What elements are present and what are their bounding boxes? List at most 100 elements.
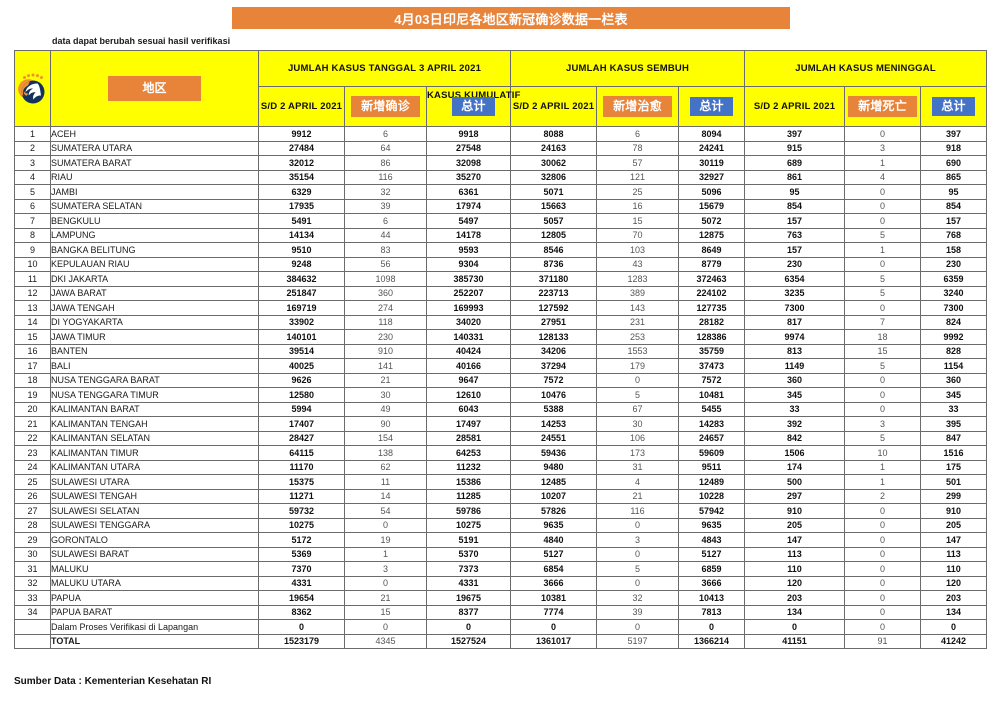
covid-data-table: 地区 JUMLAH KASUS TANGGAL 3 APRIL 2021 JUM… xyxy=(14,50,988,649)
table-body: 1 ACEH 9912 6 9918 8088 6 8094 397 0 397 2 SUMATERA … xyxy=(14,126,988,649)
cell-value: 2 xyxy=(844,488,922,504)
cell-value: 7572 xyxy=(510,372,598,388)
region-label-chip: 地区 xyxy=(108,75,201,102)
subheader-recovered-prev-label: S/D 2 APRIL 2021 xyxy=(512,101,595,112)
table-row: 23 KALIMANTAN TIMUR 64115 138 64253 59436 173 5… xyxy=(14,445,988,461)
subheader-deaths-prev-label: S/D 2 APRIL 2021 xyxy=(753,101,836,112)
table-row: 13 JAWA TENGAH 169719 274 169993 127592 143 127… xyxy=(14,300,988,316)
cell-value: 14 xyxy=(344,488,427,504)
cell-value: 140331 xyxy=(425,329,512,345)
badge-cases-total: 总计 xyxy=(452,96,495,117)
cell-value: 5096 xyxy=(678,184,746,200)
cell-value: 6859 xyxy=(678,561,746,577)
cell-value: 0 xyxy=(844,575,922,591)
table-row: 3 SUMATERA BARAT 32012 86 32098 30062 57 30119 6… xyxy=(14,155,988,171)
cell-row-number: 13 xyxy=(14,300,51,316)
cell-value: 179 xyxy=(596,358,680,374)
source-note: Sumber Data : Kementerian Kesehatan RI xyxy=(14,676,212,687)
cell-region-name: SUMATERA UTARA xyxy=(50,140,259,156)
cell-value: 32806 xyxy=(510,169,598,185)
cell-value: 128386 xyxy=(678,329,746,345)
subheader-deaths-new: 新增死亡 xyxy=(844,86,922,127)
table-row: TOTAL 1523179 4345 1527524 1361017 5197 136621… xyxy=(14,633,988,649)
cell-value: 14253 xyxy=(510,416,598,432)
logo-cell xyxy=(14,50,51,127)
cell-value: 32012 xyxy=(258,155,345,171)
cell-value: 127735 xyxy=(678,300,746,316)
table-row: 9 BANGKA BELITUNG 9510 83 9593 8546 103 8649 157… xyxy=(14,242,988,258)
cell-value: 17935 xyxy=(258,198,345,214)
cell-value: 8094 xyxy=(678,126,746,142)
cell-value: 3 xyxy=(596,532,680,548)
cell-value: 5197 xyxy=(596,633,680,649)
cell-row-number xyxy=(14,633,51,649)
cell-region-name: BANTEN xyxy=(50,343,259,359)
cell-value: 39 xyxy=(344,198,427,214)
table-row: 4 RIAU 35154 116 35270 32806 121 32927 861 4 865 xyxy=(14,169,988,185)
cell-value: 6354 xyxy=(744,271,846,287)
cell-value: 397 xyxy=(744,126,846,142)
subheader-recovered-total: 总计 xyxy=(678,86,746,127)
cell-row-number: 15 xyxy=(14,329,51,345)
cell-value: 500 xyxy=(744,474,846,490)
cell-value: 10413 xyxy=(678,590,746,606)
cell-region-name: SULAWESI TENGAH xyxy=(50,488,259,504)
cell-row-number: 7 xyxy=(14,213,51,229)
table-row: 6 SUMATERA SELATAN 17935 39 17974 15663 16 1567… xyxy=(14,198,988,214)
cell-value: 6361 xyxy=(425,184,512,200)
cell-region-name: LAMPUNG xyxy=(50,227,259,243)
cell-value: 35270 xyxy=(425,169,512,185)
cell-value: 83 xyxy=(344,242,427,258)
cell-value: 15375 xyxy=(258,474,345,490)
cell-value: 360 xyxy=(344,285,427,301)
cell-row-number: 20 xyxy=(14,401,51,417)
cell-value: 19654 xyxy=(258,590,345,606)
verification-note: data dapat berubah sesuai hasil verifika… xyxy=(52,36,231,46)
cell-value: 0 xyxy=(844,546,922,562)
cell-row-number: 4 xyxy=(14,169,51,185)
cell-value: 4331 xyxy=(425,575,512,591)
cell-value: 7572 xyxy=(678,372,746,388)
cell-value: 910 xyxy=(920,503,988,519)
table-row: 11 DKI JAKARTA 384632 1098 385730 371180 1283 3… xyxy=(14,271,988,287)
cell-value: 3235 xyxy=(744,285,846,301)
table-row: 29 GORONTALO 5172 19 5191 4840 3 4843 147 0 147 xyxy=(14,532,988,548)
cell-value: 8736 xyxy=(510,256,598,272)
cell-value: 12489 xyxy=(678,474,746,490)
cell-value: 7813 xyxy=(678,604,746,620)
cell-value: 10 xyxy=(844,445,922,461)
cell-value: 371180 xyxy=(510,271,598,287)
cell-value: 5 xyxy=(596,387,680,403)
cell-value: 1506 xyxy=(744,445,846,461)
cell-value: 231 xyxy=(596,314,680,330)
cell-value: 57 xyxy=(596,155,680,171)
cell-value: 1283 xyxy=(596,271,680,287)
cell-value: 385730 xyxy=(425,271,512,287)
cell-value: 32 xyxy=(344,184,427,200)
cell-value: 9510 xyxy=(258,242,345,258)
subheader-cases-total: KASUS KUMULATIF 总计 xyxy=(425,86,520,127)
cell-value: 6 xyxy=(344,213,427,229)
table-row: 10 KEPULAUAN RIAU 9248 56 9304 8736 43 8779 230 0… xyxy=(14,256,988,272)
cell-value: 27951 xyxy=(510,314,598,330)
cell-region-name: DI YOGYAKARTA xyxy=(50,314,259,330)
table-row: 12 JAWA BARAT 251847 360 252207 223713 389 2241… xyxy=(14,285,988,301)
cell-value: 1 xyxy=(344,546,427,562)
table-row: 33 PAPUA 19654 21 19675 10381 32 10413 203 0 203 xyxy=(14,590,988,606)
cell-value: 24551 xyxy=(510,430,598,446)
cell-value: 0 xyxy=(844,126,922,142)
cell-value: 0 xyxy=(596,517,680,533)
cell-value: 1527524 xyxy=(425,633,512,649)
cell-value: 174 xyxy=(744,459,846,475)
cell-value: 0 xyxy=(596,575,680,591)
cell-value: 918 xyxy=(920,140,988,156)
cell-value: 5 xyxy=(844,271,922,287)
cell-region-name: SULAWESI BARAT xyxy=(50,546,259,562)
cell-value: 9647 xyxy=(425,372,512,388)
cell-value: 11285 xyxy=(425,488,512,504)
table-row: 16 BANTEN 39514 910 40424 34206 1553 35759 813 15… xyxy=(14,343,988,359)
cell-value: 0 xyxy=(844,372,922,388)
table-row: 34 PAPUA BARAT 8362 15 8377 7774 39 7813 134 0 134 xyxy=(14,604,988,620)
cell-value: 110 xyxy=(744,561,846,577)
cell-value: 18 xyxy=(844,329,922,345)
